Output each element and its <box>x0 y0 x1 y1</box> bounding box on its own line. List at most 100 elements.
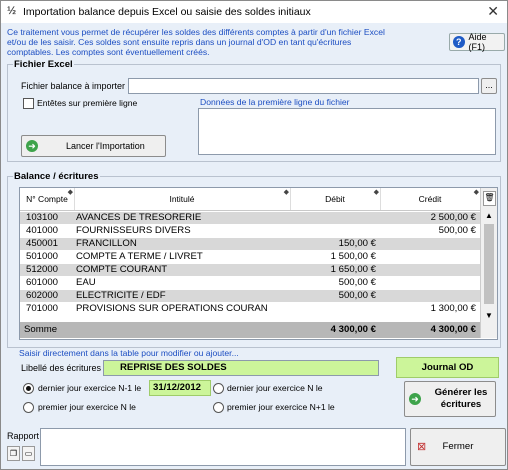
cell-credit <box>380 238 476 250</box>
cell-debit: 150,00 € <box>338 238 376 249</box>
clear-icon[interactable]: ▭ <box>22 446 35 461</box>
scroll-up-icon[interactable]: ▲ <box>481 210 497 222</box>
cell-compte: 602000 <box>26 290 59 301</box>
close-button-label: Fermer <box>442 441 474 452</box>
app-icon: ½ <box>7 5 17 17</box>
help-button-label: Aide (F1) <box>468 32 487 52</box>
libelle-input[interactable]: REPRISE DES SOLDES <box>103 360 379 376</box>
table-row[interactable]: 601000 EAU 500,00 € <box>20 277 480 289</box>
col-credit[interactable]: Crédit ◆ <box>380 188 481 210</box>
cell-intitule: FOURNISSEURS DIVERS <box>76 225 191 236</box>
radio-premier-n[interactable] <box>23 402 34 413</box>
radio-dernier-n-label: dernier jour exercice N le <box>227 383 323 393</box>
radio-premier-n-label: premier jour exercice N le <box>38 402 136 412</box>
col-credit-label: Crédit <box>418 194 442 204</box>
copy-icon[interactable]: ❐ <box>7 446 20 461</box>
date-input[interactable]: 31/12/2012 <box>149 380 211 396</box>
cell-intitule: COMPTE A TERME / LIVRET <box>76 251 203 262</box>
title-bar: ½ Importation balance depuis Excel ou sa… <box>1 1 507 23</box>
import-dialog: ½ Importation balance depuis Excel ou sa… <box>0 0 508 470</box>
col-compte-label: N° Compte <box>26 194 68 204</box>
cell-credit: 1 300,00 € <box>430 303 476 314</box>
col-debit[interactable]: Débit ◆ <box>290 188 381 210</box>
sum-label: Somme <box>24 324 58 335</box>
table-row[interactable]: 602000 ELECTRICITE / EDF 500,00 € <box>20 290 480 302</box>
cell-credit <box>380 290 476 302</box>
generate-arrow-icon: ➜ <box>409 393 421 405</box>
col-intitule-label: Intitulé <box>169 194 195 204</box>
cell-debit <box>290 303 376 315</box>
intro-line-1: Ce traitement vous permet de récupérer l… <box>7 27 385 37</box>
intro-line-3: comptables. Les comptes sont éventuellem… <box>7 47 210 57</box>
table-row[interactable]: 501000 COMPTE A TERME / LIVRET 1 500,00 … <box>20 251 480 263</box>
first-line-data-box <box>198 108 496 155</box>
cell-intitule: EAU <box>76 277 96 288</box>
balance-title: Balance / écritures <box>13 171 100 182</box>
import-button-label: Lancer l'Importation <box>66 141 145 151</box>
sum-credit: 4 300,00 € <box>430 324 476 335</box>
cell-credit <box>380 277 476 289</box>
cell-intitule: COMPTE COURANT <box>76 264 168 275</box>
generate-label-line2: écritures <box>440 399 482 410</box>
delete-row-icon[interactable]: 🗑 <box>483 191 496 206</box>
rapport-label: Rapport <box>7 431 40 441</box>
cell-credit: 500,00 € <box>438 225 476 236</box>
intro-text: Ce traitement vous permet de récupérer l… <box>7 27 427 57</box>
table-row[interactable]: 450001 FRANCILLON 150,00 € <box>20 238 480 250</box>
cell-compte: 450001 <box>26 238 59 249</box>
import-button[interactable]: ➜ Lancer l'Importation <box>21 135 166 157</box>
scroll-thumb[interactable] <box>484 224 494 304</box>
first-line-label: Données de la première ligne du fichier <box>200 97 350 107</box>
cell-intitule: AVANCES DE TRESORERIE <box>76 212 202 223</box>
help-button[interactable]: ? Aide (F1) <box>449 32 505 52</box>
cell-credit <box>380 251 476 263</box>
table-header: N° Compte ◆ Intitulé ◆ Débit ◆ Crédit ◆ <box>20 188 481 211</box>
help-icon: ? <box>453 36 465 48</box>
radio-dernier-n[interactable] <box>213 383 224 394</box>
close-icon[interactable]: ✕ <box>487 3 499 20</box>
cell-debit: 1 650,00 € <box>330 264 376 275</box>
browse-button-label: ... <box>485 80 493 90</box>
import-arrow-icon: ➜ <box>26 140 38 152</box>
table-row[interactable]: 103100 AVANCES DE TRESORERIE 2 500,00 € <box>20 212 480 224</box>
date-value: 31/12/2012 <box>153 382 202 393</box>
cell-intitule: FRANCILLON <box>76 238 137 249</box>
window-title: Importation balance depuis Excel ou sais… <box>23 6 311 18</box>
col-intitule[interactable]: Intitulé ◆ <box>74 188 291 210</box>
cell-intitule: PROVISIONS SUR OPERATIONS COURAN <box>76 303 268 314</box>
header-checkbox[interactable] <box>23 98 34 109</box>
cell-compte: 512000 <box>26 264 59 275</box>
table-scrollbar[interactable]: 🗑 ▲ ▼ <box>480 188 497 338</box>
cell-compte: 401000 <box>26 225 59 236</box>
col-compte[interactable]: N° Compte ◆ <box>20 188 75 210</box>
saisie-hint: Saisir directement dans la table pour mo… <box>19 348 239 358</box>
table-row[interactable]: 401000 FOURNISSEURS DIVERS 500,00 € <box>20 225 480 237</box>
intro-line-2: et/ou de les saisir. Ces soldes sont ens… <box>7 37 352 47</box>
cell-debit: 1 500,00 € <box>330 251 376 262</box>
balance-table[interactable]: N° Compte ◆ Intitulé ◆ Débit ◆ Crédit ◆ 1031… <box>19 187 498 340</box>
col-debit-label: Débit <box>325 194 345 204</box>
scroll-down-icon[interactable]: ▼ <box>481 310 497 322</box>
generate-button[interactable]: ➜ Générer les écritures <box>404 381 496 417</box>
radio-premier-n1[interactable] <box>213 402 224 413</box>
cell-compte: 103100 <box>26 212 59 223</box>
file-path-input[interactable] <box>128 78 479 94</box>
sort-arrows-icon: ◆ <box>473 189 479 196</box>
sort-arrows-icon: ◆ <box>67 189 73 196</box>
header-checkbox-label: Entêtes sur première ligne <box>37 98 138 108</box>
cell-debit <box>290 212 376 224</box>
cell-debit <box>290 225 376 237</box>
close-button[interactable]: ⊠ Fermer <box>410 428 506 466</box>
generate-label-line1: Générer les <box>434 387 488 398</box>
cell-compte: 601000 <box>26 277 59 288</box>
libelle-value: REPRISE DES SOLDES <box>120 362 227 373</box>
browse-button[interactable]: ... <box>481 78 497 94</box>
cell-credit: 2 500,00 € <box>430 212 476 223</box>
table-row[interactable]: 512000 COMPTE COURANT 1 650,00 € <box>20 264 480 276</box>
radio-dernier-n-1[interactable] <box>23 383 34 394</box>
table-row[interactable]: 701000 PROVISIONS SUR OPERATIONS COURAN … <box>20 303 480 315</box>
cell-intitule: ELECTRICITE / EDF <box>76 290 166 301</box>
radio-premier-n1-label: premier jour exercice N+1 le <box>227 402 335 412</box>
rapport-textarea[interactable] <box>40 428 406 466</box>
libelle-label: Libellé des écritures <box>21 363 102 373</box>
